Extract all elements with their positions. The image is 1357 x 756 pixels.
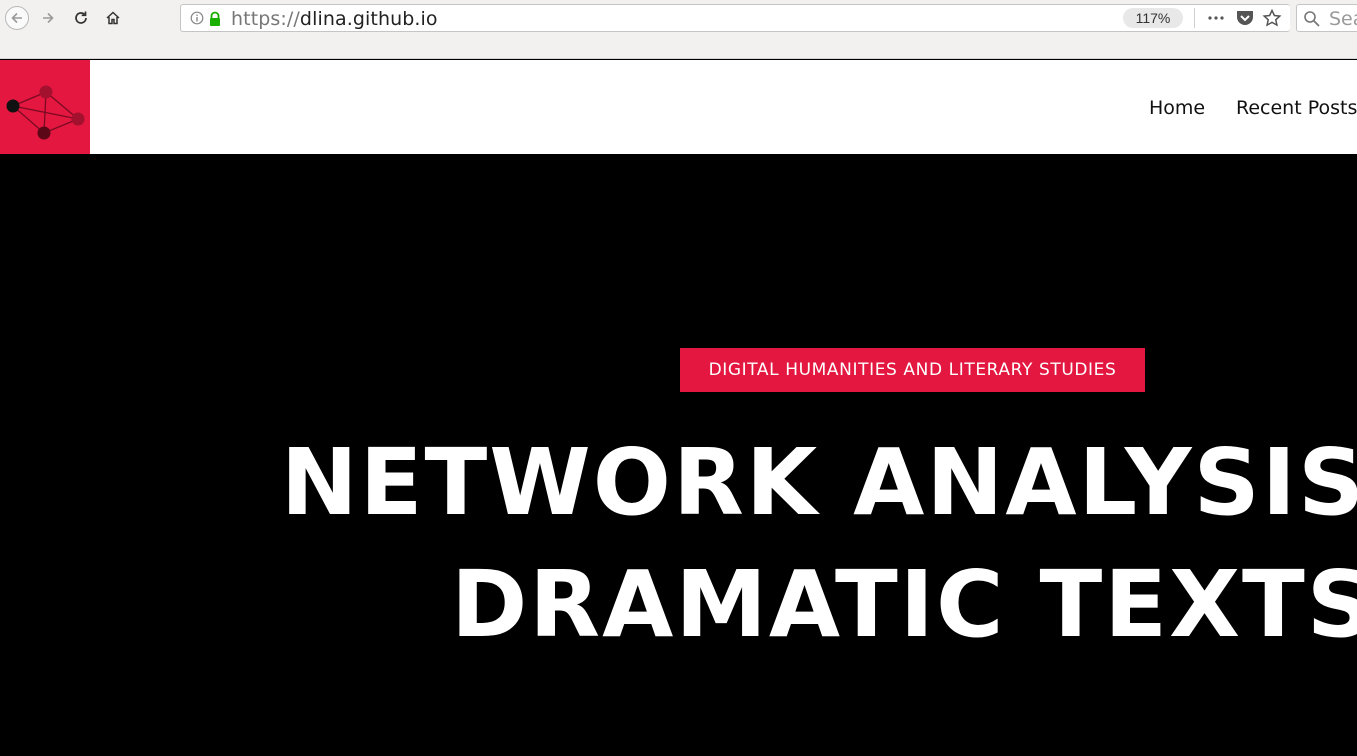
search-placeholder: Search	[1329, 8, 1357, 30]
hero-section: DIGITAL HUMANITIES AND LITERARY STUDIES …	[0, 154, 1357, 756]
browser-toolbar: https://dlina.github.io 117% Search	[0, 0, 1357, 59]
lock-icon[interactable]	[208, 11, 222, 27]
info-icon[interactable]	[190, 11, 204, 25]
url-text[interactable]: https://dlina.github.io	[231, 8, 438, 30]
search-icon	[1304, 11, 1320, 27]
url-host: dlina.github.io	[299, 8, 438, 30]
nav-home-link[interactable]: Home	[1149, 97, 1205, 119]
pocket-icon[interactable]	[1234, 8, 1256, 28]
url-scheme: https://	[231, 8, 300, 30]
forward-button[interactable]	[36, 6, 60, 30]
back-icon	[11, 12, 22, 24]
url-divider	[1194, 8, 1195, 28]
site-header: Home Recent Posts	[0, 60, 1357, 154]
reload-icon	[75, 11, 87, 24]
nav-recent-posts-link[interactable]: Recent Posts	[1236, 97, 1357, 119]
url-bar[interactable]: https://dlina.github.io 117%	[180, 4, 1290, 32]
network-graph-logo	[6, 85, 85, 140]
post-title: NETWORK ANALYSIS OF DRAMATIC TEXTS	[280, 429, 1357, 658]
search-bar[interactable]: Search	[1296, 4, 1357, 32]
more-icon[interactable]	[1205, 8, 1227, 28]
zoom-level-button[interactable]: 117%	[1123, 8, 1183, 28]
star-icon[interactable]	[1261, 8, 1283, 28]
back-button[interactable]	[5, 6, 29, 30]
category-badge[interactable]: DIGITAL HUMANITIES AND LITERARY STUDIES	[680, 348, 1145, 392]
home-button[interactable]	[101, 6, 125, 30]
home-icon	[106, 11, 120, 25]
forward-icon	[43, 12, 54, 24]
reload-button[interactable]	[69, 6, 93, 30]
site-logo[interactable]	[0, 60, 90, 154]
